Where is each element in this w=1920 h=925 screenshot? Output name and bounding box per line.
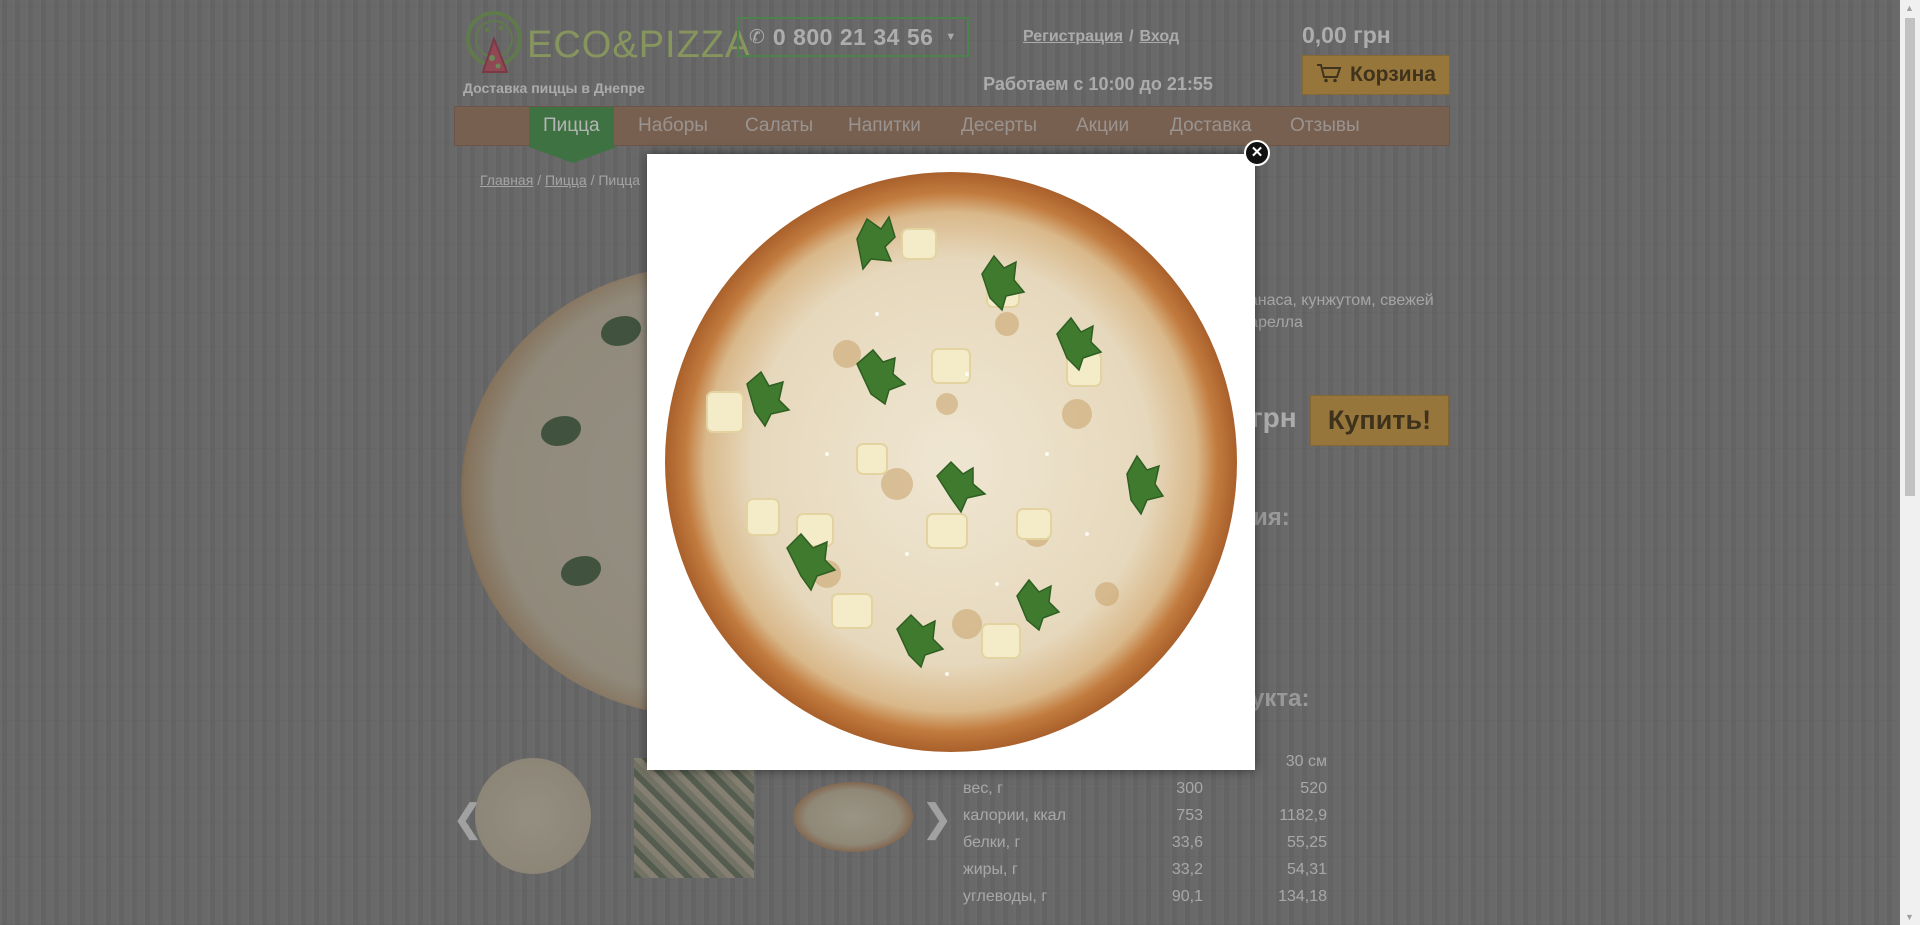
scrollbar-thumb[interactable] [1905,18,1915,496]
scroll-down-icon[interactable]: ▼ [1905,912,1914,922]
scroll-up-icon[interactable]: ▲ [1905,3,1914,13]
lightbox-modal [647,154,1255,770]
pizza-photo [665,172,1237,752]
page-scrollbar[interactable]: ▲ ▼ [1900,0,1920,925]
lightbox-close-button[interactable]: ✕ [1244,140,1270,166]
